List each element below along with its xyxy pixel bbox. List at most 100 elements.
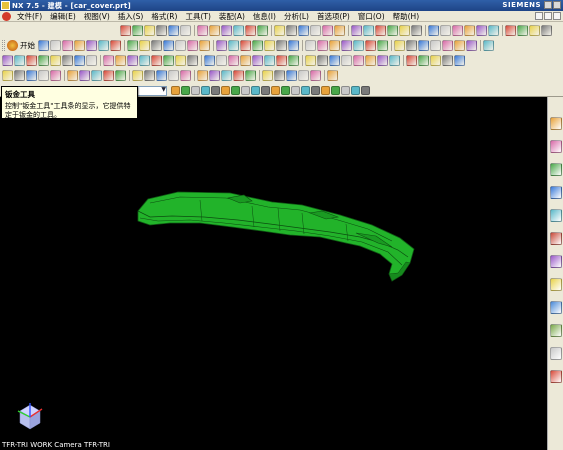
- toolbar-tool-icon[interactable]: [144, 25, 155, 36]
- toolbar-tool-icon[interactable]: [216, 40, 227, 51]
- toolbar-tool-icon[interactable]: [394, 40, 405, 51]
- toolbar-tool-icon[interactable]: [317, 55, 328, 66]
- toolbar-tool-icon[interactable]: [317, 40, 328, 51]
- toolbar-tool-icon[interactable]: [156, 70, 167, 81]
- resource-bar-tab[interactable]: [550, 140, 562, 153]
- selection-tool-icon[interactable]: [181, 86, 190, 95]
- toolbar-tool-icon[interactable]: [127, 40, 138, 51]
- toolbar-tool-icon[interactable]: [163, 55, 174, 66]
- toolbar-tool-icon[interactable]: [351, 25, 362, 36]
- toolbar-tool-icon[interactable]: [86, 55, 97, 66]
- toolbar-tool-icon[interactable]: [103, 55, 114, 66]
- toolbar-tool-icon[interactable]: [298, 25, 309, 36]
- toolbar-tool-icon[interactable]: [329, 40, 340, 51]
- selection-tool-icon[interactable]: [251, 86, 260, 95]
- toolbar-tool-icon[interactable]: [322, 25, 333, 36]
- toolbar-tool-icon[interactable]: [505, 25, 516, 36]
- type-filter-dropdown[interactable]: [137, 85, 167, 96]
- doc-restore-button[interactable]: [544, 12, 552, 20]
- selection-tool-icon[interactable]: [211, 86, 220, 95]
- toolbar-tool-icon[interactable]: [187, 40, 198, 51]
- toolbar-tool-icon[interactable]: [276, 40, 287, 51]
- toolbar-tool-icon[interactable]: [363, 25, 374, 36]
- toolbar-tool-icon[interactable]: [406, 55, 417, 66]
- resource-bar-tab[interactable]: [550, 209, 562, 222]
- selection-tool-icon[interactable]: [261, 86, 270, 95]
- toolbar-tool-icon[interactable]: [418, 55, 429, 66]
- toolbar-tool-icon[interactable]: [180, 70, 191, 81]
- toolbar-tool-icon[interactable]: [139, 40, 150, 51]
- toolbar-tool-icon[interactable]: [353, 40, 364, 51]
- toolbar-tool-icon[interactable]: [26, 70, 37, 81]
- toolbar-tool-icon[interactable]: [209, 70, 220, 81]
- toolbar-tool-icon[interactable]: [233, 70, 244, 81]
- doc-close-button[interactable]: [553, 12, 561, 20]
- toolbar-tool-icon[interactable]: [341, 55, 352, 66]
- toolbar-tool-icon[interactable]: [197, 70, 208, 81]
- resource-bar-tab[interactable]: [550, 117, 562, 130]
- selection-tool-icon[interactable]: [301, 86, 310, 95]
- toolbar-tool-icon[interactable]: [50, 55, 61, 66]
- selection-tool-icon[interactable]: [351, 86, 360, 95]
- menu-analysis[interactable]: 分析(L): [280, 11, 313, 22]
- toolbar-tool-icon[interactable]: [310, 70, 321, 81]
- menu-preferences[interactable]: 首选项(P): [313, 11, 354, 22]
- toolbar-tool-icon[interactable]: [430, 55, 441, 66]
- selection-tool-icon[interactable]: [291, 86, 300, 95]
- toolbar-tool-icon[interactable]: [418, 40, 429, 51]
- toolbar-tool-icon[interactable]: [98, 40, 109, 51]
- menu-window[interactable]: 窗口(O): [354, 11, 389, 22]
- car-cover-model[interactable]: [137, 191, 415, 282]
- toolbar-tool-icon[interactable]: [310, 25, 321, 36]
- toolbar-tool-icon[interactable]: [286, 70, 297, 81]
- toolbar-tool-icon[interactable]: [454, 40, 465, 51]
- selection-tool-icon[interactable]: [341, 86, 350, 95]
- toolbar-tool-icon[interactable]: [50, 70, 61, 81]
- toolbar-tool-icon[interactable]: [240, 40, 251, 51]
- selection-tool-icon[interactable]: [331, 86, 340, 95]
- toolbar-tool-icon[interactable]: [103, 70, 114, 81]
- toolbar-tool-icon[interactable]: [264, 55, 275, 66]
- toolbar-tool-icon[interactable]: [387, 25, 398, 36]
- resource-bar-tab[interactable]: [550, 301, 562, 314]
- toolbar-tool-icon[interactable]: [329, 55, 340, 66]
- toolbar-tool-icon[interactable]: [228, 40, 239, 51]
- toolbar-tool-icon[interactable]: [67, 70, 78, 81]
- toolbar-tool-icon[interactable]: [541, 25, 552, 36]
- toolbar-tool-icon[interactable]: [377, 55, 388, 66]
- toolbar-tool-icon[interactable]: [221, 25, 232, 36]
- toolbar-tool-icon[interactable]: [175, 55, 186, 66]
- toolbar-tool-icon[interactable]: [228, 55, 239, 66]
- toolbar-tool-icon[interactable]: [180, 25, 191, 36]
- toolbar-tool-icon[interactable]: [38, 40, 49, 51]
- toolbar-tool-icon[interactable]: [252, 55, 263, 66]
- graphics-window[interactable]: TFR-TRI WORK Camera TFR-TRI: [0, 97, 547, 450]
- toolbar-tool-icon[interactable]: [233, 25, 244, 36]
- menu-edit[interactable]: 编辑(E): [46, 11, 80, 22]
- selection-tool-icon[interactable]: [361, 86, 370, 95]
- toolbar-tool-icon[interactable]: [209, 25, 220, 36]
- toolbar-tool-icon[interactable]: [216, 55, 227, 66]
- toolbar-tool-icon[interactable]: [442, 55, 453, 66]
- resource-bar-tab[interactable]: [550, 255, 562, 268]
- toolbar-tool-icon[interactable]: [274, 25, 285, 36]
- toolbar-tool-icon[interactable]: [62, 40, 73, 51]
- resource-bar-tab[interactable]: [550, 278, 562, 291]
- toolbar-tool-icon[interactable]: [377, 40, 388, 51]
- toolbar-tool-icon[interactable]: [74, 40, 85, 51]
- menu-format[interactable]: 格式(R): [147, 11, 181, 22]
- toolbar-tool-icon[interactable]: [120, 25, 131, 36]
- toolbar-tool-icon[interactable]: [115, 70, 126, 81]
- toolbar-tool-icon[interactable]: [466, 40, 477, 51]
- resource-bar-tab[interactable]: [550, 163, 562, 176]
- toolbar-tool-icon[interactable]: [488, 25, 499, 36]
- toolbar-tool-icon[interactable]: [286, 25, 297, 36]
- toolbar-tool-icon[interactable]: [389, 55, 400, 66]
- toolbar-tool-icon[interactable]: [341, 40, 352, 51]
- toolbar-tool-icon[interactable]: [305, 55, 316, 66]
- toolbar-tool-icon[interactable]: [132, 25, 143, 36]
- toolbar-tool-icon[interactable]: [245, 25, 256, 36]
- toolbar-grip[interactable]: [2, 40, 5, 51]
- toolbar-tool-icon[interactable]: [440, 25, 451, 36]
- toolbar-tool-icon[interactable]: [517, 25, 528, 36]
